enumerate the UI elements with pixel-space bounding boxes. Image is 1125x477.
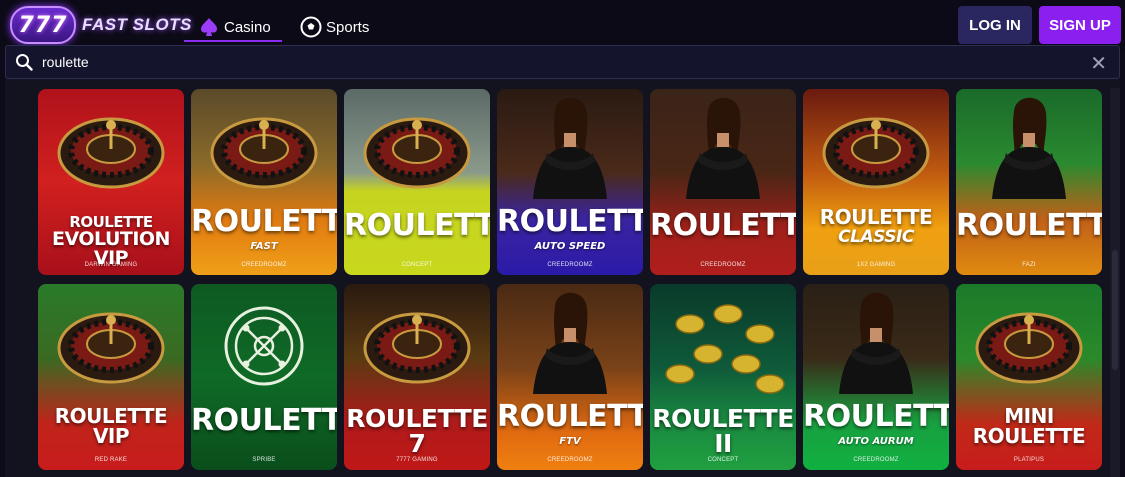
game-title: ROULETTE — [819, 205, 933, 229]
game-provider: Darwin Gaming — [84, 262, 138, 268]
soccer-ball-icon — [300, 16, 322, 38]
game-provider: 1x2 Gaming — [856, 262, 896, 268]
game-provider: Red Rake — [94, 457, 128, 463]
dealer-image — [686, 97, 760, 199]
game-title: ROULETTE — [191, 403, 337, 438]
game-title: ROULETTE — [803, 399, 949, 434]
game-provider: Fazi — [1022, 262, 1036, 268]
game-provider: Concept — [401, 262, 433, 268]
game-provider: Creedroomz — [547, 457, 593, 463]
game-thumbnail — [191, 284, 337, 470]
spade-icon — [198, 16, 220, 38]
scrollbar-thumb[interactable] — [1112, 250, 1118, 370]
signup-button[interactable]: SIGN UP — [1039, 6, 1121, 44]
game-tile[interactable]: ROULETTE FAST Creedroomz — [191, 89, 337, 275]
game-tile[interactable]: MINI ROULETTE Platipus — [956, 284, 1102, 470]
game-thumbnail — [650, 89, 796, 275]
game-subtitle: FAST — [250, 241, 278, 252]
game-tile[interactable]: ROULETTE CLASSIC 1x2 Gaming — [803, 89, 949, 275]
game-provider: Platipus — [1013, 457, 1045, 463]
game-tile[interactable]: ROULETTE Creedroomz — [650, 89, 796, 275]
roulette-wheel-icon — [224, 306, 304, 386]
game-tile[interactable]: ROULETTE Concept — [344, 89, 490, 275]
roulette-wheel-image — [363, 117, 471, 189]
game-provider: Creedroomz — [241, 262, 287, 268]
clear-search-icon[interactable]: ✕ — [1090, 51, 1107, 76]
dealer-image — [992, 97, 1066, 199]
game-thumbnail — [803, 89, 949, 275]
game-tile[interactable]: ROULETTE II Concept — [650, 284, 796, 470]
game-title: ROULETTE — [497, 204, 643, 239]
game-title-line2: CLASSIC — [838, 227, 914, 247]
game-title: ROULETTE 7 — [346, 404, 488, 458]
game-subtitle: AUTO SPEED — [534, 241, 606, 252]
game-title: ROULETTE VIP — [54, 404, 168, 448]
search-input[interactable] — [42, 52, 942, 72]
game-provider: Concept — [707, 457, 739, 463]
game-title: MINI ROULETTE — [972, 404, 1086, 448]
game-subtitle: FTV — [559, 436, 581, 447]
game-provider: Creedroomz — [547, 262, 593, 268]
game-title: ROULETTE — [650, 208, 796, 243]
login-button[interactable]: LOG IN — [958, 6, 1032, 44]
game-subtitle: AUTO AURUM — [838, 436, 914, 447]
game-title: ROULETTE — [344, 208, 490, 243]
roulette-wheel-image — [822, 117, 930, 189]
game-provider: Creedroomz — [853, 457, 899, 463]
search-icon — [15, 53, 33, 76]
game-tile[interactable]: ROULETTE AUTO SPEED Creedroomz — [497, 89, 643, 275]
game-provider: Creedroomz — [700, 262, 746, 268]
logo-badge: 777 — [10, 6, 76, 44]
game-tile[interactable]: ROULETTE VIP Red Rake — [38, 284, 184, 470]
game-tile[interactable]: ROULETTE Fazi — [956, 89, 1102, 275]
game-provider: 7777 Gaming — [396, 457, 438, 463]
game-tile[interactable]: ROULETTE Spribe — [191, 284, 337, 470]
game-thumbnail — [956, 89, 1102, 275]
game-tile[interactable]: ROULETTE 7 7777 Gaming — [344, 284, 490, 470]
game-title: ROULETTE — [497, 399, 643, 434]
active-tab-indicator — [184, 40, 282, 42]
game-tile[interactable]: ROULETTE FTV Creedroomz — [497, 284, 643, 470]
tab-sports[interactable]: Sports — [300, 12, 369, 42]
tab-sports-label: Sports — [326, 18, 370, 36]
game-title: ROULETTE — [191, 204, 337, 239]
game-title: ROULETTE — [956, 208, 1102, 243]
game-thumbnail — [344, 89, 490, 275]
game-title: ROULETTE II — [652, 404, 794, 458]
game-provider: Spribe — [252, 457, 276, 463]
logo-text: FAST SLOTS — [82, 15, 192, 34]
game-tile[interactable]: ROULETTE AUTO AURUM Creedroomz — [803, 284, 949, 470]
site-logo[interactable]: 777 FAST SLOTS — [10, 6, 192, 44]
search-bar: ✕ — [5, 45, 1120, 79]
tab-casino-label: Casino — [224, 18, 271, 36]
tab-casino[interactable]: Casino — [198, 12, 271, 42]
game-tile[interactable]: ROULETTE EVOLUTION VIP Darwin Gaming — [38, 89, 184, 275]
